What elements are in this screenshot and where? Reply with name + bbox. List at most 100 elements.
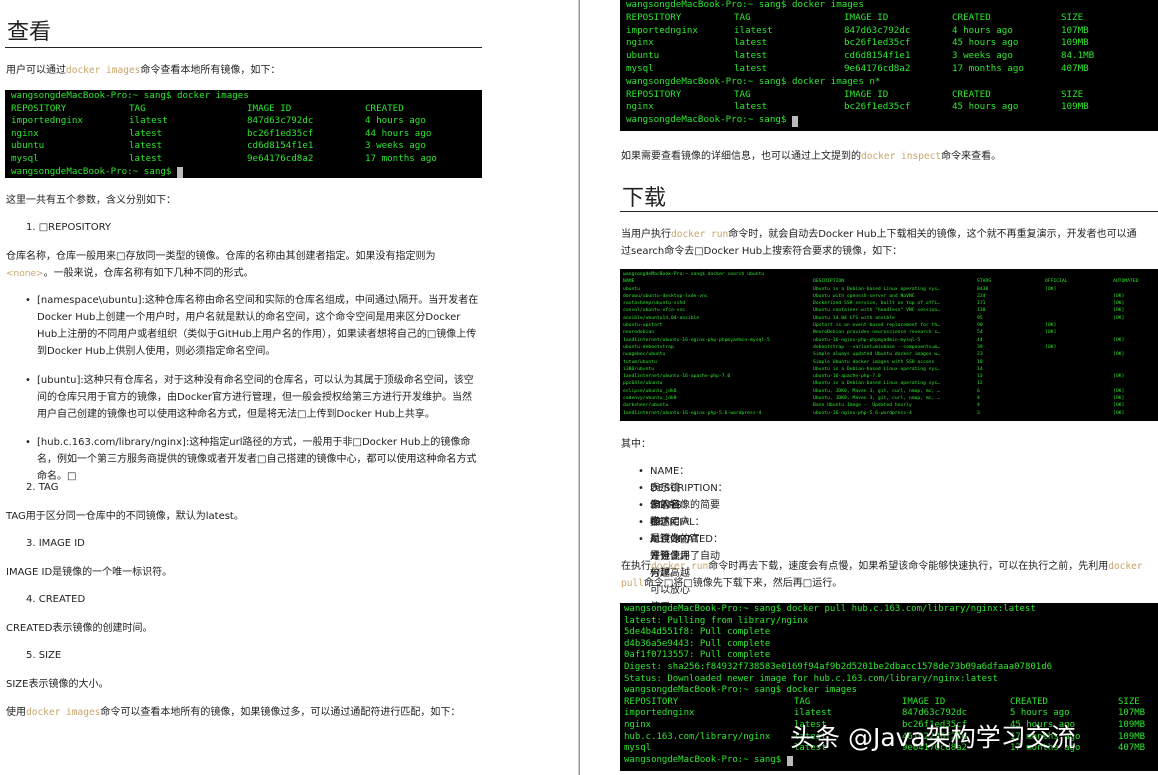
- pull-text-mid: 命令时再去下载，速度会有点慢，如果希望该命令能够快速执行，可以在执行之前，先利用: [708, 561, 1109, 572]
- terminal-row: 1and1internet/ubuntu-16-apache-php-7.0 ub…: [623, 373, 1158, 380]
- cell: [OK]: [1045, 344, 1057, 350]
- cell: 109MB: [1061, 37, 1089, 49]
- cell: Ubuntu, JDK8, Maven 3, git, curl, nmap, …: [813, 396, 940, 402]
- cell: latest: [129, 140, 163, 152]
- cell: 4 hours ago: [952, 24, 1013, 36]
- terminal-prompt-line: wangsongdeMacBook-Pro:~ sang$ docker ima…: [626, 76, 1158, 89]
- terminal-prompt-line: wangsongdeMacBook-Pro:~ sang$: [624, 755, 1158, 767]
- cell: nginx: [624, 719, 652, 730]
- wildcard-text-after: 命令可以查看本地所有的镜像，如果镜像过多，可以通过通配符进行匹配，如下：: [100, 707, 461, 718]
- terminal-header-row: REPOSITORY TAG IMAGE ID CREATED SIZE: [624, 697, 1158, 709]
- terminal-row: consol/ubuntu-xfce-vnc Ubuntu container w…: [623, 307, 1158, 314]
- cell: IMAGE ID: [902, 696, 946, 707]
- bullet-hub-url: • [hub.c.163.com/library/nginx]:这种指定url路径…: [25, 434, 480, 485]
- terminal-row: ubuntulatestcd6d8154f1e13 weeks ago84.1M…: [11, 140, 482, 153]
- output-text: wangsongdeMacBook-Pro:~ sang$ docker ima…: [624, 685, 857, 696]
- cell: 8438: [977, 286, 989, 292]
- bullet-dot: •: [638, 500, 644, 511]
- output-text: wangsongdeMacBook-Pro:~ sang$ docker pul…: [624, 604, 1036, 614]
- cell: 109MB: [1118, 731, 1146, 742]
- inspect-paragraph: 如果需要查看镜像的详细信息，也可以通过上文提到的docker inspect命令…: [621, 148, 1001, 165]
- terminal-row: ubuntu-upstart Upstart is an event-based …: [623, 322, 1158, 329]
- cell: latest: [129, 127, 163, 139]
- cell: 407MB: [1061, 62, 1089, 74]
- terminal-row: ppc64le/ubuntu Ubuntu is a Debian-based L…: [623, 380, 1158, 387]
- bullet-dot: •: [638, 483, 644, 494]
- cell: importednginx: [624, 708, 695, 719]
- cell: ilatest: [129, 115, 168, 127]
- terminal-row: neurodebian NeuroDebian provides neurosci…: [623, 329, 1158, 336]
- cell: IMAGE ID: [844, 11, 889, 23]
- cell: 847d63c792dc: [247, 115, 314, 127]
- download-intro: 当用户执行docker run命令时，就会自动去Docker Hub上下载相关的…: [621, 226, 1141, 260]
- output-text: latest: Pulling from library/nginx: [624, 615, 809, 626]
- output-text: 5de4b4d551f8: Pull complete: [624, 627, 771, 638]
- terminal-row: nginx latest bc26f1ed35cf 45 hours ago 109MB: [626, 37, 1158, 50]
- cell: 3 weeks ago: [365, 140, 426, 152]
- cell: nuagebec/ubuntu: [623, 352, 666, 358]
- cell: ubuntu-16-nginx-php-phpmyadmin-mysql-5: [813, 337, 921, 343]
- cell: [OK]: [1113, 388, 1125, 394]
- terminal-output-line: latest: Pulling from library/nginx: [624, 616, 1158, 628]
- cell: 1and1internet/ubuntu-16-apache-php-7.0: [623, 374, 731, 380]
- bullet-text: [ubuntu]:这种只有仓库名，对于这种没有命名空间的仓库名，可以认为其属于顶…: [37, 375, 474, 420]
- cell: 17 months ago: [952, 62, 1024, 74]
- cell: TAG: [129, 102, 146, 114]
- cell: 4: [977, 396, 980, 402]
- cell: 9e64176cd8a2: [247, 152, 314, 164]
- cell: 107MB: [1118, 708, 1146, 719]
- intro-paragraph: 用户可以通过docker images命令查看本地所有镜像，如下：: [6, 62, 280, 79]
- terminal-header-row: NAME DESCRIPTION STARS OFFICIAL AUTOMATED: [623, 278, 1158, 285]
- terminal-prompt-line: wangsongdeMacBook-Pro:~ sang$: [626, 114, 1158, 127]
- cell: REPOSITORY: [626, 88, 682, 100]
- cell: 6: [977, 388, 980, 394]
- terminal-docker-images-wildcard: wangsongdeMacBook-Pro:~ sang$ docker ima…: [620, 0, 1158, 131]
- terminal-row: codenvy/ubuntu_jdk8 Ubuntu, JDK8, Maven 3…: [623, 395, 1158, 402]
- cell: [OK]: [1113, 337, 1125, 343]
- download-text: 当用户执行: [621, 229, 671, 240]
- terminal-docker-search: wangsongdeMacBook-Pro:~ sang$ docker sea…: [620, 269, 1158, 421]
- cell: ubuntu-debootstrap: [623, 344, 674, 350]
- cell: 4: [977, 403, 980, 409]
- cell: 171: [977, 301, 986, 307]
- cell: neurodebian: [623, 330, 655, 336]
- terminal-row: 1and1internet/ubuntu-16-nginx-php-phpmya…: [623, 337, 1158, 344]
- cell: rastasheep/ubuntu-sshd: [623, 301, 686, 307]
- terminal-row: i386/ubuntu Ubuntu is a Debian-based Linu…: [623, 366, 1158, 373]
- prompt-text: wangsongdeMacBook-Pro:~ sang$: [624, 754, 787, 765]
- terminal-row: nginxlatestbc26f1ed35cf44 hours ago109MB: [11, 128, 482, 141]
- cell: nginx: [626, 37, 654, 49]
- cell: bc26f1ed35cf: [844, 101, 911, 113]
- cell: bc26f1ed35cf: [247, 127, 314, 139]
- terminal-cursor: [176, 167, 183, 178]
- cell: mysql: [626, 62, 654, 74]
- cell: Ubuntu with openssh-server and NoVNC: [813, 293, 915, 299]
- cell: bc26f1ed35cf: [844, 37, 911, 49]
- bullet-dot: •: [638, 466, 644, 477]
- terminal-output-line: d4b36a5e9443: Pull complete: [624, 639, 1158, 651]
- cell: Simple Ubuntu docker images with SSH acc…: [813, 359, 935, 365]
- terminal-row: importednginx ilatest 847d63c792dc 4 hours …: [11, 115, 482, 128]
- cell: 23: [977, 352, 983, 358]
- cell: REPOSITORY: [11, 102, 67, 114]
- cell: 847d63c792dc: [844, 24, 911, 36]
- cell: ubuntu: [11, 140, 45, 152]
- cell: mysql: [624, 743, 652, 754]
- cell: [OK]: [1113, 396, 1125, 402]
- wildcard-text: 使用: [6, 707, 26, 718]
- cell: cd6d8154f1e1: [247, 140, 314, 152]
- output-text: Status: Downloaded newer image for hub.c…: [624, 673, 998, 684]
- cell: Ubuntu 14.04 LTS with ansible: [813, 315, 895, 321]
- cell: 1and1internet/ubuntu-16-nginx-php-phpmya…: [623, 337, 770, 343]
- cell: Ubuntu is a Debian-based Linux operating…: [813, 286, 940, 292]
- cell: [OK]: [1045, 323, 1057, 329]
- bullet-ubuntu: • [ubuntu]:这种只有仓库名，对于这种没有命名空间的仓库名，可以认为其属于…: [25, 372, 480, 423]
- cell: ubuntu: [623, 286, 640, 292]
- cell: 54: [977, 330, 983, 336]
- cell: 4 hours ago: [365, 115, 426, 127]
- terminal-prompt-line: wangsongdeMacBook-Pro:~ sang$ docker sea…: [623, 271, 1158, 278]
- terminal-row: ansible/ubuntu14.04-ansible Ubuntu 14.04 …: [623, 315, 1158, 322]
- cell: hub.c.163.com/library/nginx: [624, 731, 771, 742]
- cell: CREATED: [952, 88, 991, 100]
- cell: latest: [129, 152, 163, 164]
